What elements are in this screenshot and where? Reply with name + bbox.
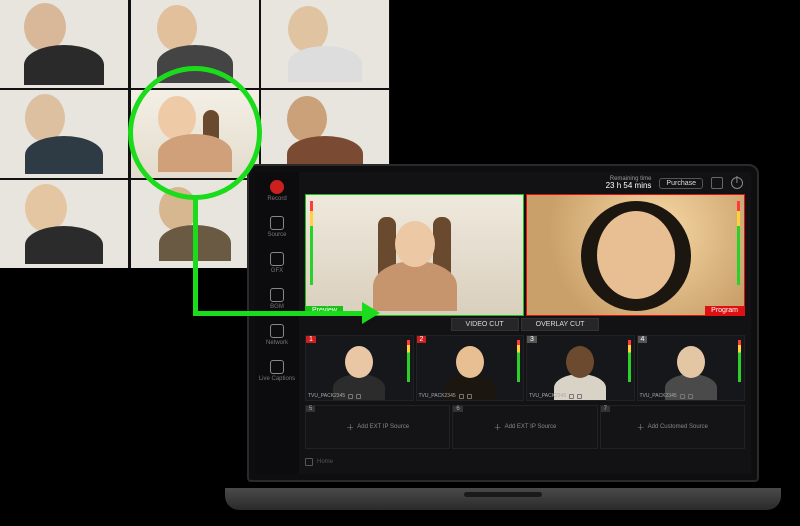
add-ext-ip-source-button[interactable]: 5 ＋Add EXT IP Source xyxy=(305,405,450,449)
source-number: 4 xyxy=(638,336,648,343)
source-tile[interactable]: 2 TVU_PACK2345 xyxy=(416,335,525,401)
arrow-icon xyxy=(193,311,365,316)
audio-meter-icon xyxy=(738,340,741,382)
expand-icon[interactable] xyxy=(459,394,464,399)
participant-tile[interactable] xyxy=(261,0,389,88)
expand-icon[interactable] xyxy=(680,394,685,399)
gfx-icon xyxy=(270,252,284,266)
source-label: TVU_PACK2345 xyxy=(419,393,456,399)
sidebar-label: Live Captions xyxy=(259,376,295,382)
slot-number: 5 xyxy=(306,406,315,412)
source-label: TVU_PACK2345 xyxy=(640,393,677,399)
participant-tile[interactable] xyxy=(131,0,259,88)
topbar: Remaining time 23 h 54 mins Purchase xyxy=(299,172,751,194)
audio-meter-icon xyxy=(310,201,313,285)
sidebar-item-record[interactable]: Record xyxy=(267,180,286,202)
home-icon[interactable] xyxy=(305,458,313,466)
remaining-time-value: 23 h 54 mins xyxy=(606,182,652,190)
footer: Home xyxy=(299,455,751,469)
source-number: 2 xyxy=(417,336,427,343)
sidebar-item-network[interactable]: Network xyxy=(266,324,288,346)
sidebar-label: Record xyxy=(267,196,286,202)
source-tile[interactable]: 1 TVU_PACK2345 xyxy=(305,335,414,401)
add-source-label: Add EXT IP Source xyxy=(357,424,409,430)
settings-icon[interactable] xyxy=(467,394,472,399)
arrow-head-icon xyxy=(362,302,380,324)
add-source-label: Add Customed Source xyxy=(648,424,708,430)
footer-home-label[interactable]: Home xyxy=(317,459,333,465)
producer-app: Record Source GFX BGM Network Live Capti… xyxy=(255,172,751,474)
settings-icon[interactable] xyxy=(688,394,693,399)
purchase-button[interactable]: Purchase xyxy=(659,178,703,189)
program-monitor[interactable]: Program xyxy=(526,194,745,316)
sidebar-item-captions[interactable]: Live Captions xyxy=(259,360,295,382)
sidebar: Record Source GFX BGM Network Live Capti… xyxy=(255,172,299,474)
plus-icon: ＋ xyxy=(494,422,502,433)
laptop-mockup: Record Source GFX BGM Network Live Capti… xyxy=(225,164,781,510)
add-customed-source-button[interactable]: 7 ＋Add Customed Source xyxy=(600,405,745,449)
source-label: TVU_PACK2345 xyxy=(308,393,345,399)
source-tile[interactable]: 4 TVU_PACK2345 xyxy=(637,335,746,401)
captions-icon xyxy=(270,360,284,374)
sidebar-item-gfx[interactable]: GFX xyxy=(270,252,284,274)
audio-meter-icon xyxy=(737,201,740,285)
participant-tile[interactable] xyxy=(0,180,128,268)
source-label: TVU_PACK2345 xyxy=(529,393,566,399)
source-number: 1 xyxy=(306,336,316,343)
sidebar-label: Source xyxy=(267,232,286,238)
audio-meter-icon xyxy=(517,340,520,382)
laptop-base xyxy=(225,488,781,510)
source-icon xyxy=(270,216,284,230)
network-icon xyxy=(270,324,284,338)
overlay-cut-button[interactable]: OVERLAY CUT xyxy=(521,318,600,331)
settings-icon[interactable] xyxy=(356,394,361,399)
sidebar-label: BGM xyxy=(270,304,284,310)
participant-tile[interactable] xyxy=(0,0,128,88)
settings-icon[interactable] xyxy=(711,177,723,189)
audio-meter-icon xyxy=(628,340,631,382)
slot-number: 7 xyxy=(601,406,610,412)
add-ext-ip-source-button[interactable]: 6 ＋Add EXT IP Source xyxy=(452,405,597,449)
sidebar-label: GFX xyxy=(271,268,283,274)
expand-icon[interactable] xyxy=(569,394,574,399)
preview-monitor[interactable]: Preview ☐ ⬚ 10 xyxy=(305,194,524,316)
plus-icon: ＋ xyxy=(637,422,645,433)
record-icon xyxy=(270,180,284,194)
source-tile[interactable]: 3 TVU_PACK2345 xyxy=(526,335,635,401)
add-source-label: Add EXT IP Source xyxy=(505,424,557,430)
participant-tile[interactable] xyxy=(0,90,128,178)
slot-number: 6 xyxy=(453,406,462,412)
remaining-time: Remaining time 23 h 54 mins xyxy=(606,176,652,190)
arrow-icon xyxy=(193,198,198,316)
program-tag: Program xyxy=(705,306,744,315)
sidebar-item-bgm[interactable]: BGM xyxy=(270,288,284,310)
settings-icon[interactable] xyxy=(577,394,582,399)
audio-meter-icon xyxy=(407,340,410,382)
expand-icon[interactable] xyxy=(348,394,353,399)
sidebar-item-source[interactable]: Source xyxy=(267,216,286,238)
bgm-icon xyxy=(270,288,284,302)
video-cut-button[interactable]: VIDEO CUT xyxy=(451,318,519,331)
power-icon[interactable] xyxy=(731,177,743,189)
sidebar-label: Network xyxy=(266,340,288,346)
plus-icon: ＋ xyxy=(346,422,354,433)
source-number: 3 xyxy=(527,336,537,343)
